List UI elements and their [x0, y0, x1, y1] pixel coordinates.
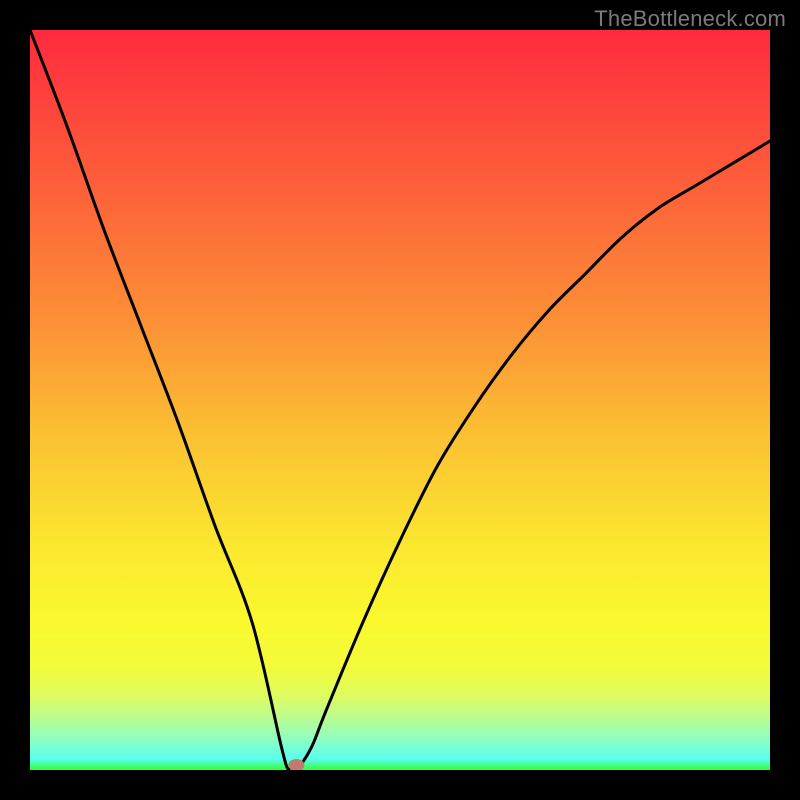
chart-frame	[30, 30, 770, 770]
chart-background	[30, 30, 770, 770]
watermark-text: TheBottleneck.com	[594, 6, 786, 32]
bottleneck-chart	[30, 30, 770, 770]
